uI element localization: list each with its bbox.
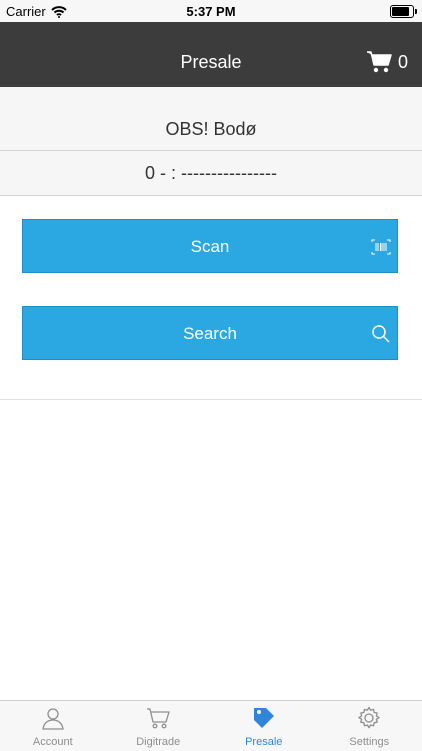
search-icon: [371, 324, 391, 344]
cart-icon: [366, 50, 392, 74]
store-code: 0 - : ----------------: [0, 151, 422, 196]
scan-button[interactable]: Scan: [22, 219, 398, 273]
gear-icon: [357, 706, 381, 730]
status-bar: Carrier 5:37 PM: [0, 0, 422, 22]
scan-button-label: Scan: [191, 237, 230, 256]
search-button-label: Search: [183, 324, 237, 343]
tag-icon: [252, 706, 276, 730]
barcode-icon: [371, 237, 391, 257]
store-name: OBS! Bodø: [0, 87, 422, 151]
person-icon: [41, 706, 65, 730]
battery-fill: [392, 7, 409, 16]
divider: [0, 399, 422, 400]
tab-presale-label: Presale: [211, 736, 317, 748]
tab-digitrade-label: Digitrade: [106, 736, 212, 748]
cart-icon: [146, 706, 170, 730]
tab-presale[interactable]: Presale: [211, 701, 317, 751]
tab-bar: Account Digitrade Presale Settings: [0, 700, 422, 751]
status-time: 5:37 PM: [0, 4, 422, 19]
tab-settings-label: Settings: [317, 736, 422, 748]
search-button[interactable]: Search: [22, 306, 398, 360]
tab-digitrade[interactable]: Digitrade: [106, 701, 212, 751]
page-title: Presale: [0, 52, 422, 73]
cart-button[interactable]: 0: [366, 50, 408, 74]
tab-account[interactable]: Account: [0, 701, 106, 751]
cart-count: 0: [398, 52, 408, 73]
nav-bar: Presale 0: [0, 22, 422, 87]
battery-icon: [390, 5, 414, 18]
tab-account-label: Account: [0, 736, 106, 748]
tab-settings[interactable]: Settings: [317, 701, 422, 751]
